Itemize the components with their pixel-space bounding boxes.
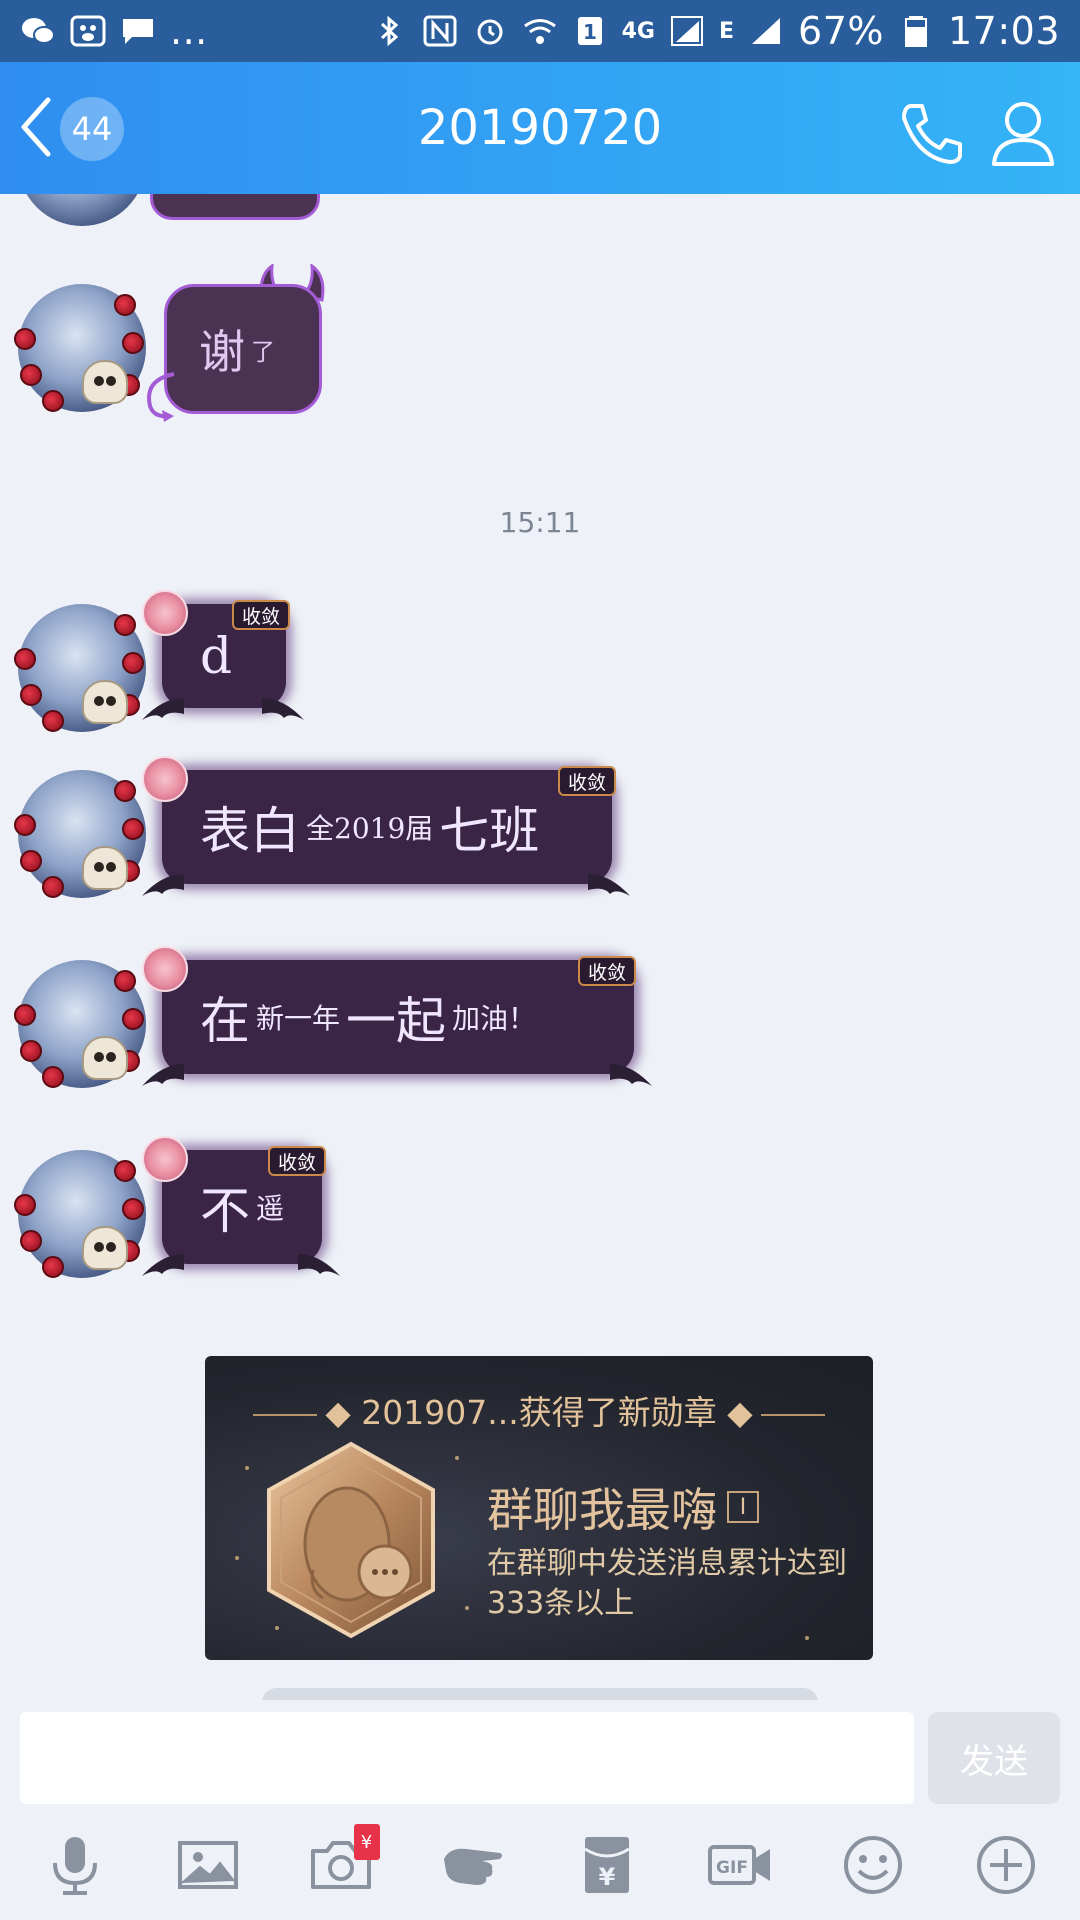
sender-avatar[interactable] <box>14 960 146 1088</box>
medal-badge-icon <box>267 1441 435 1639</box>
bat-wing-left-icon <box>142 874 184 896</box>
medal-level-badge: I <box>727 1491 759 1523</box>
notification-overflow: ... <box>170 9 208 53</box>
battery-icon <box>898 15 934 47</box>
wechat-icon <box>20 15 56 47</box>
group-profile-button[interactable] <box>988 98 1058 168</box>
message-bubble[interactable]: 谢了 <box>164 284 322 414</box>
phone-call-button[interactable] <box>896 98 966 168</box>
bat-wing-left-icon <box>142 698 184 720</box>
status-bar: ... 1 4G E 67% 17:03 <box>0 0 1080 62</box>
more-button[interactable] <box>963 1822 1049 1908</box>
composer-toolbar: ¥ ¥ GIF <box>0 1810 1080 1920</box>
sender-avatar[interactable] <box>14 770 146 898</box>
bat-wing-left-icon <box>142 1254 184 1276</box>
flower-decoration <box>142 946 188 992</box>
signal-icon <box>669 15 705 47</box>
signal-2-icon <box>748 15 784 47</box>
network-type: 4G <box>621 18 655 44</box>
message-icon <box>120 15 156 47</box>
bluetooth-icon <box>372 15 408 47</box>
sim-slot-icon: 1 <box>572 15 608 47</box>
medal-name: 群聊我最嗨 I <box>487 1474 759 1540</box>
camera-button[interactable]: ¥ <box>298 1822 384 1908</box>
chat-header: 44 20190720 <box>0 62 1080 194</box>
sender-avatar[interactable] <box>14 284 146 412</box>
svg-text:¥: ¥ <box>598 1863 615 1891</box>
wifi-icon <box>522 15 558 47</box>
clock: 17:03 <box>947 9 1060 53</box>
baidu-icon <box>70 15 106 47</box>
medal-description: 在群聊中发送消息累计达到333条以上 <box>487 1546 847 1621</box>
red-packet-icon: ¥ <box>583 1837 630 1893</box>
flower-decoration <box>142 1136 188 1182</box>
bat-wing-right-icon <box>262 698 304 720</box>
microphone-icon <box>52 1837 97 1895</box>
red-packet-button[interactable]: ¥ <box>564 1822 650 1908</box>
poke-icon <box>443 1848 502 1885</box>
bat-wing-right-icon <box>298 1254 340 1276</box>
plus-icon <box>976 1836 1035 1894</box>
svg-text:1: 1 <box>583 20 597 44</box>
partial-message-bubble <box>150 194 320 220</box>
battery-percent: 67% <box>798 9 884 53</box>
system-tip-pill <box>262 1688 818 1700</box>
alarm-icon <box>472 15 508 47</box>
image-icon <box>177 1841 238 1889</box>
svg-text:GIF: GIF <box>716 1858 748 1878</box>
poke-button[interactable] <box>431 1822 517 1908</box>
devil-tail-icon <box>147 372 175 422</box>
sender-avatar[interactable] <box>14 604 146 732</box>
bat-wing-right-icon <box>610 1064 652 1086</box>
medal-achievement-card[interactable]: ◆ 201907...获得了新勋章 ◆ 群聊我最嗨 I 在群聊中发送消息累计达到… <box>205 1356 873 1660</box>
message-timestamp: 15:11 <box>499 506 581 539</box>
sender-avatar[interactable] <box>14 1150 146 1278</box>
network-secondary: E <box>718 18 735 44</box>
phone-icon <box>902 104 962 164</box>
person-icon <box>992 102 1054 166</box>
nfc-icon <box>422 15 458 47</box>
medal-card-title: ◆ 201907...获得了新勋章 ◆ <box>205 1386 873 1434</box>
emoji-icon <box>843 1836 902 1894</box>
message-input[interactable] <box>20 1712 914 1804</box>
sender-avatar[interactable] <box>18 194 146 226</box>
bat-wing-left-icon <box>142 1064 184 1086</box>
message-bubble[interactable]: 表白 全2019届 七班 <box>162 770 612 884</box>
emoji-button[interactable] <box>830 1822 916 1908</box>
bat-wing-right-icon <box>588 874 630 896</box>
message-bubble[interactable]: 在新一年 一起 加油！ <box>162 960 634 1074</box>
flower-decoration <box>142 590 188 636</box>
bubble-style-tag: 收敛 <box>232 600 291 630</box>
bubble-style-tag: 收敛 <box>578 956 637 986</box>
gif-button[interactable]: GIF <box>697 1822 783 1908</box>
flower-decoration <box>142 756 188 802</box>
message-composer: 发送 <box>0 1700 1080 1810</box>
bubble-style-tag: 收敛 <box>268 1146 327 1176</box>
voice-button[interactable] <box>32 1822 118 1908</box>
image-button[interactable] <box>165 1822 251 1908</box>
chat-message-list[interactable]: 谢了 15:11 d 收敛 表白 全2019届 七班 收敛 在新一年 一起 加油！ 收敛 <box>0 194 1080 1700</box>
red-packet-badge: ¥ <box>353 1824 380 1860</box>
send-button[interactable]: 发送 <box>928 1712 1060 1804</box>
gif-icon: GIF <box>707 1845 770 1885</box>
bubble-style-tag: 收敛 <box>558 766 617 796</box>
